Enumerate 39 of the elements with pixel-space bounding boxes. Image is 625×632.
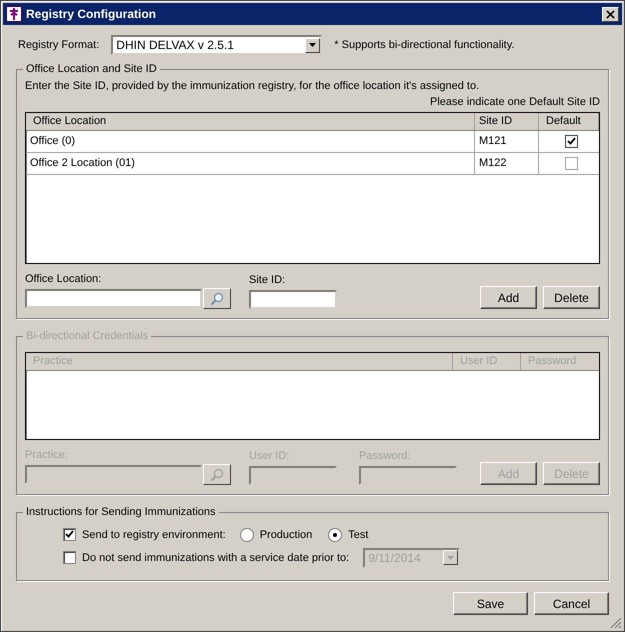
default-checkbox[interactable] bbox=[564, 135, 578, 148]
format-note: * Supports bi-directional functionality. bbox=[334, 39, 514, 51]
search-icon bbox=[210, 468, 224, 482]
close-button[interactable] bbox=[602, 6, 619, 22]
radio-button[interactable] bbox=[240, 528, 254, 542]
table-cell: M121 bbox=[475, 131, 539, 152]
column-header[interactable]: Default bbox=[539, 113, 599, 130]
checkbox[interactable] bbox=[63, 528, 76, 541]
registry-format-dropdown[interactable]: DHIN DELVAX v 2.5.1 bbox=[111, 35, 322, 55]
search-icon bbox=[210, 292, 224, 306]
column-header[interactable]: Office Location bbox=[26, 113, 475, 130]
column-header[interactable]: Site ID bbox=[475, 113, 539, 130]
field-label: Site ID: bbox=[249, 274, 286, 286]
field-label: Office Location: bbox=[25, 273, 102, 285]
input-field[interactable] bbox=[249, 290, 337, 309]
window-title: Registry Configuration bbox=[26, 7, 158, 21]
app-icon bbox=[6, 6, 22, 22]
action-button[interactable]: Add bbox=[480, 286, 537, 309]
action-button[interactable]: Delete bbox=[543, 286, 600, 309]
default-hint-text: Please indicate one Default Site ID bbox=[430, 96, 600, 110]
table-cell: M122 bbox=[475, 153, 539, 174]
search-button[interactable] bbox=[203, 288, 231, 309]
radio-label: Test bbox=[348, 528, 368, 540]
group-title: Office Location and Site ID bbox=[25, 63, 158, 75]
registry-format-label: Registry Format: bbox=[18, 39, 100, 51]
group-title: Instructions for Sending Immunizations bbox=[25, 506, 217, 518]
dialog-button[interactable]: Cancel bbox=[534, 592, 609, 615]
default-checkbox[interactable] bbox=[564, 157, 578, 170]
instruction-text: Enter the Site ID, provided by the immunization registry, for the office location it's assigned to. bbox=[25, 80, 480, 94]
table-cell: Office 2 Location (01) bbox=[26, 153, 475, 174]
resize-grip-icon bbox=[610, 617, 622, 629]
dialog-button[interactable]: Save bbox=[453, 592, 528, 615]
checkbox-label: Send to registry environment: bbox=[82, 528, 226, 540]
radio-button[interactable] bbox=[328, 528, 342, 542]
close-icon bbox=[606, 10, 615, 18]
input-field[interactable] bbox=[25, 289, 202, 308]
radio-label: Production bbox=[260, 528, 312, 540]
table-cell: Office (0) bbox=[26, 131, 475, 152]
checkbox-label: Do not send immunizations with a service date prior to: bbox=[82, 552, 350, 564]
